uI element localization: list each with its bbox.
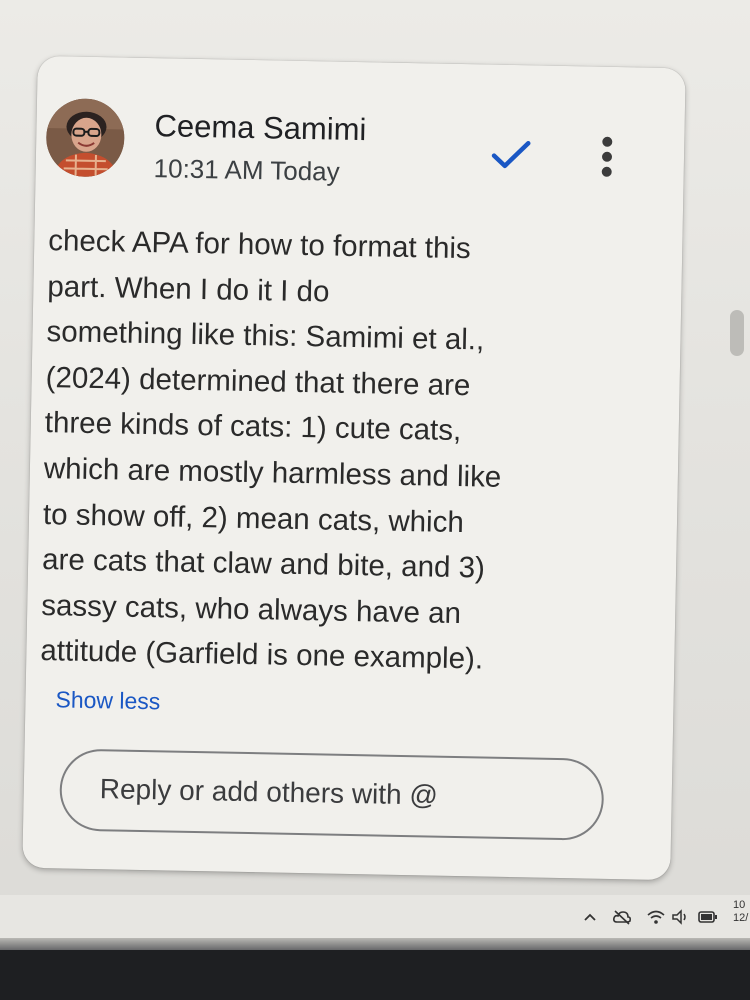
- reply-placeholder: Reply or add others with @: [99, 773, 439, 811]
- more-options-button[interactable]: [592, 133, 623, 182]
- monitor-bezel: [0, 950, 750, 1000]
- reply-input[interactable]: Reply or add others with @: [58, 748, 605, 841]
- wifi-icon[interactable]: [646, 907, 666, 927]
- checkmark-icon: [491, 141, 531, 169]
- comment-body: check APA for how to format this part. W…: [40, 218, 649, 685]
- clock-time: 10: [733, 899, 746, 911]
- page-scrollbar[interactable]: [730, 310, 744, 356]
- avatar[interactable]: [45, 98, 126, 178]
- battery-icon[interactable]: [698, 907, 718, 927]
- chevron-up-icon[interactable]: [580, 907, 600, 927]
- taskbar-clock[interactable]: 10 12/: [733, 899, 748, 925]
- clock-date: 12/: [733, 912, 749, 924]
- resolve-button[interactable]: [488, 135, 535, 176]
- comment-card: Ceema Samimi 10:31 AM Today check APA fo…: [22, 55, 686, 881]
- avatar-photo-icon: [45, 98, 126, 178]
- show-less-link[interactable]: Show less: [55, 686, 160, 715]
- more-vert-icon: [601, 136, 613, 177]
- speaker-icon[interactable]: [670, 907, 690, 927]
- cloud-off-icon[interactable]: [612, 907, 632, 927]
- taskbar-system-tray: 10 12/: [0, 895, 750, 939]
- comment-timestamp: 10:31 AM Today: [153, 153, 340, 187]
- comment-author: Ceema Samimi: [154, 108, 367, 148]
